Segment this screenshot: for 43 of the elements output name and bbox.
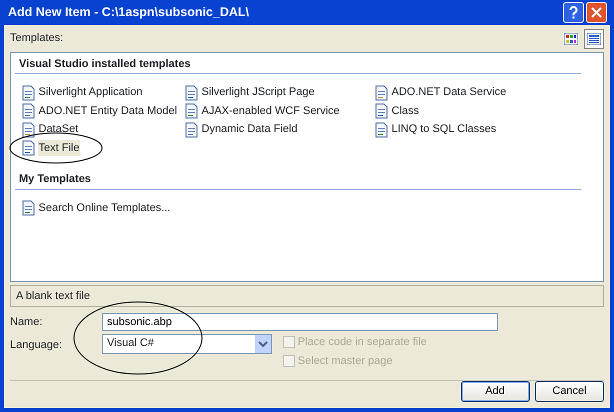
template-icon <box>184 103 198 119</box>
template-icon <box>374 122 388 138</box>
section-header: My Templates <box>15 170 582 190</box>
language-dropdown[interactable]: Visual C# <box>102 334 272 354</box>
template-item[interactable]: LINQ to SQL Classes <box>390 121 498 138</box>
template-item[interactable]: ADO.NET Entity Data Model <box>38 102 178 120</box>
description-bar: A blank text file <box>10 284 604 308</box>
template-item[interactable]: DataSet <box>38 121 80 138</box>
checkbox-label: Select master page <box>298 354 393 369</box>
template-icon <box>184 84 198 100</box>
template-item[interactable]: Silverlight JScript Page <box>200 84 316 101</box>
template-icon <box>374 103 388 119</box>
template-icon <box>20 122 36 138</box>
help-button[interactable] <box>562 2 584 23</box>
view-toggle-button[interactable] <box>584 29 604 49</box>
dropdown-value: Visual C# <box>107 336 154 352</box>
template-icon <box>374 84 388 100</box>
list-view-icon <box>587 33 601 45</box>
section-header: Visual Studio installed templates <box>15 54 582 74</box>
close-button[interactable] <box>586 2 608 23</box>
close-icon <box>591 7 602 18</box>
large-icons-view-icon <box>564 33 578 45</box>
template-icon <box>20 103 36 119</box>
templates-label: Templates: <box>10 30 64 46</box>
template-icon <box>184 122 198 138</box>
template-item[interactable]: Dynamic Data Field <box>200 121 298 138</box>
name-field[interactable]: subsonic.abp <box>102 312 498 331</box>
name-label: Name: <box>10 314 44 330</box>
template-item[interactable]: Class <box>390 102 420 120</box>
help-icon <box>568 6 578 19</box>
template-item[interactable]: Search Online Templates... <box>38 200 172 216</box>
template-item[interactable]: Text File <box>38 140 80 156</box>
template-icon <box>20 140 36 156</box>
template-item[interactable]: Silverlight Application <box>38 84 144 101</box>
template-icon <box>20 200 36 216</box>
window-title: Add New Item - C:\1aspn\subsonic_DAL\ <box>8 4 250 22</box>
template-item[interactable]: AJAX-enabled WCF Service <box>200 102 341 120</box>
checkbox-label: Place code in separate file <box>298 334 427 350</box>
language-label: Language: <box>10 338 63 352</box>
dialog-button[interactable]: Cancel <box>535 381 604 402</box>
template-icon <box>20 84 36 100</box>
template-item[interactable]: ADO.NET Data Service <box>390 84 508 101</box>
dialog-button[interactable]: Add <box>460 381 530 402</box>
